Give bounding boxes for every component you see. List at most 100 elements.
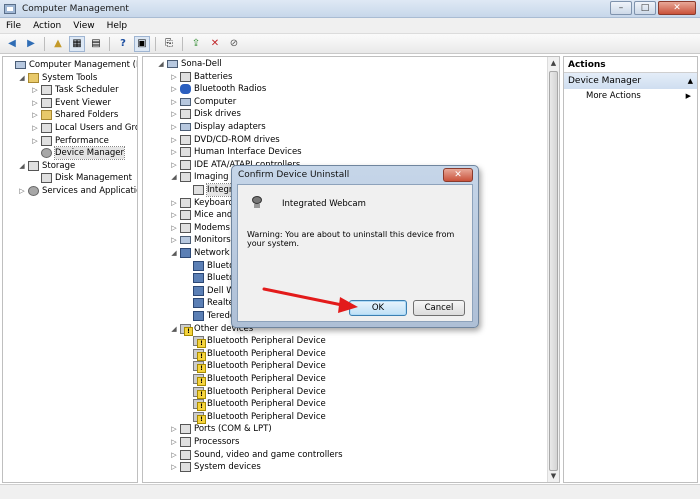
scroll-up-arrow-icon[interactable]: ▲ (548, 57, 559, 69)
disable-icon[interactable]: ⊘ (226, 36, 242, 52)
tree-node[interactable]: ▷ Event Viewer (31, 97, 111, 109)
dialog-close-button[interactable]: ✕ (443, 168, 473, 182)
expand-icon[interactable]: ▷ (170, 436, 178, 448)
actions-section-device-manager[interactable]: Device Manager ▲ (564, 73, 697, 89)
tree-node[interactable]: ▷ Processors (170, 436, 239, 448)
expand-icon[interactable]: ▷ (170, 461, 178, 473)
menu-help[interactable]: Help (101, 21, 134, 31)
tree-node[interactable]: ◢ System Tools (18, 72, 97, 84)
dialog-device-name: Integrated Webcam (282, 199, 366, 209)
up-folder-icon[interactable]: ▲ (50, 36, 66, 52)
tree-node[interactable]: ▷ Bluetooth Radios (170, 83, 266, 95)
close-button[interactable]: ✕ (658, 1, 696, 15)
expand-icon[interactable]: ▷ (170, 108, 178, 120)
expand-icon[interactable]: ▷ (170, 83, 178, 95)
expand-icon[interactable]: ▷ (170, 96, 178, 108)
tree-node[interactable]: ▷ Sound, video and game controllers (170, 449, 343, 461)
collapse-up-icon[interactable]: ▲ (688, 73, 693, 89)
collapse-icon[interactable]: ◢ (170, 247, 178, 259)
tree-node[interactable]: ▷ Modems (170, 222, 230, 234)
more-actions-item[interactable]: More Actions ▶ (564, 89, 697, 103)
tree-node[interactable]: Device Manager (31, 146, 126, 161)
tree-node[interactable]: ▷ Batteries (170, 71, 232, 83)
tree-node-label: Computer (194, 96, 237, 107)
tree-node[interactable]: ▷ System devices (170, 461, 261, 473)
folder-icon (41, 110, 52, 121)
collapse-icon[interactable]: ◢ (18, 160, 26, 172)
tree-node[interactable]: Computer Management (Local (5, 59, 137, 71)
expand-icon[interactable]: ▷ (31, 135, 39, 147)
scrollbar-thumb[interactable] (549, 71, 558, 471)
tree-node[interactable]: ▷ Display adapters (170, 121, 265, 133)
webcam-icon (193, 185, 204, 195)
show-hide-tree-icon[interactable]: ▦ (69, 35, 85, 52)
uninstall-icon[interactable]: ✕ (207, 36, 223, 52)
network-icon (180, 248, 191, 258)
expand-icon[interactable]: ▷ (31, 97, 39, 109)
expand-icon[interactable]: ▷ (31, 84, 39, 96)
collapse-icon[interactable]: ◢ (157, 58, 165, 70)
expand-icon[interactable]: ▷ (170, 121, 178, 133)
menu-file[interactable]: File (0, 21, 27, 31)
tree-node[interactable]: ▷ Shared Folders (31, 109, 118, 121)
forward-icon[interactable]: ▶ (23, 36, 39, 52)
tree-node[interactable]: ◢ Sona-Dell (157, 58, 221, 70)
expand-icon[interactable]: ▷ (170, 222, 178, 234)
network-icon (193, 260, 204, 271)
cancel-button[interactable]: Cancel (413, 300, 465, 316)
menu-action[interactable]: Action (27, 21, 67, 31)
tree-node[interactable]: ▷ Task Scheduler (31, 84, 119, 96)
tree-node[interactable]: Bluetooth Peripheral Device (183, 386, 326, 399)
help-icon[interactable]: ? (115, 36, 131, 52)
tree-node[interactable]: ▷ Disk drives (170, 108, 241, 120)
expand-icon[interactable]: ▷ (170, 197, 178, 209)
scan-hardware-icon[interactable]: ⎘ (161, 36, 177, 52)
warning-device-icon (193, 399, 206, 412)
expand-icon[interactable]: ▷ (18, 185, 26, 197)
scroll-down-arrow-icon[interactable]: ▼ (548, 470, 559, 482)
minimize-button[interactable]: – (610, 1, 632, 15)
tree-node[interactable]: ▷ DVD/CD-ROM drives (170, 134, 280, 146)
tree-node[interactable]: Bluetooth Peripheral Device (183, 411, 326, 424)
vertical-scrollbar[interactable]: ▲ ▼ (547, 57, 559, 482)
tree-node[interactable]: ▷ Human Interface Devices (170, 146, 302, 158)
tree-node[interactable]: Bluetooth Peripheral Device (183, 335, 326, 349)
tree-node[interactable]: ▷ Local Users and Groups (31, 122, 137, 134)
tree-node-label: Storage (42, 160, 76, 171)
back-icon[interactable]: ◀ (4, 36, 20, 52)
tree-node[interactable]: Disk Management (31, 172, 132, 184)
tree-node[interactable]: ▷ Performance (31, 135, 109, 147)
collapse-icon[interactable]: ◢ (170, 323, 178, 335)
expand-icon[interactable]: ▷ (170, 134, 178, 146)
maximize-button[interactable]: □ (634, 1, 656, 15)
collapse-icon[interactable]: ◢ (170, 171, 178, 183)
tree-node[interactable]: ▷ Computer (170, 96, 236, 108)
expand-icon[interactable]: ▷ (31, 122, 39, 134)
collapse-icon[interactable]: ◢ (18, 72, 26, 84)
expand-icon[interactable]: ▷ (170, 71, 178, 83)
tree-node[interactable]: ▷ Services and Applications (18, 185, 137, 197)
expand-icon[interactable]: ▷ (170, 159, 178, 171)
menu-view[interactable]: View (67, 21, 100, 31)
tree-node[interactable]: Bluetooth Peripheral Device (183, 398, 326, 412)
tree-node[interactable]: Bluetooth Peripheral Device (183, 348, 326, 361)
toolbar-separator (182, 36, 183, 51)
properties-icon[interactable]: ▤ (88, 36, 104, 52)
expand-icon[interactable]: ▷ (170, 234, 178, 246)
tree-node-label: Monitors (194, 235, 231, 246)
expand-icon[interactable]: ▷ (170, 146, 178, 158)
expand-icon[interactable]: ▷ (170, 209, 178, 221)
update-driver-icon[interactable]: ⇪ (188, 36, 204, 52)
tree-node[interactable]: ▷ Ports (COM & LPT) (170, 423, 272, 435)
tree-node[interactable]: ▷ Keyboards (170, 197, 238, 209)
expand-icon[interactable]: ▷ (170, 423, 178, 435)
expand-icon[interactable]: ▷ (31, 109, 39, 121)
tree-node[interactable]: ▷ Monitors (170, 234, 231, 246)
tree-node[interactable]: Bluetooth Peripheral Device (183, 373, 326, 386)
tree-node[interactable]: ◢ Storage (18, 160, 75, 172)
expand-icon[interactable]: ▷ (170, 449, 178, 461)
show-hide-action-pane-icon[interactable]: ▣ (134, 35, 150, 52)
actions-section-label: Device Manager (568, 76, 642, 86)
submenu-arrow-icon: ▶ (685, 92, 691, 100)
tree-node[interactable]: Bluetooth Peripheral Device (183, 360, 326, 374)
